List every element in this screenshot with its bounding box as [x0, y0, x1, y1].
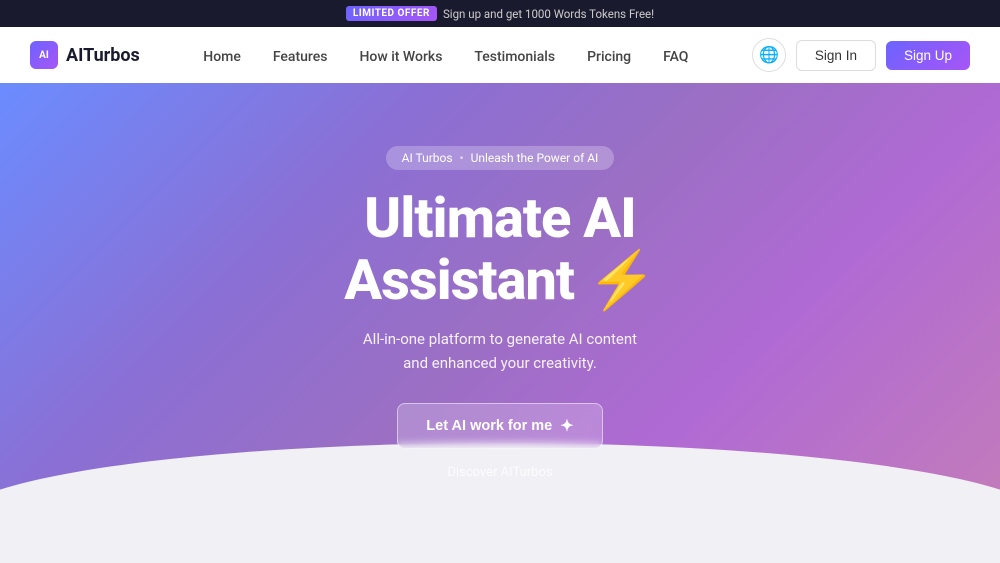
hero-badge: AI Turbos • Unleash the Power of AI: [386, 146, 615, 170]
nav-item-how-it-works[interactable]: How it Works: [359, 46, 442, 65]
hero-subtitle: All-in-one platform to generate AI conte…: [363, 327, 637, 375]
nav-item-faq[interactable]: FAQ: [663, 46, 688, 65]
hero-badge-brand: AI Turbos: [402, 151, 453, 165]
logo-text: AITurbos: [66, 45, 140, 66]
logo-icon: AI: [30, 41, 58, 69]
offer-text: Sign up and get 1000 Words Tokens Free!: [443, 7, 654, 21]
nav-item-pricing[interactable]: Pricing: [587, 46, 631, 65]
cta-button[interactable]: Let AI work for me ✦: [397, 403, 602, 449]
hero-title-line2: Assistant: [344, 247, 574, 313]
lightning-icon: ⚡: [587, 250, 656, 312]
offer-label: LIMITED OFFER: [346, 6, 437, 21]
cta-arrow-icon: ✦: [560, 416, 573, 436]
hero-subtitle-line2: and enhanced your creativity.: [403, 354, 597, 372]
hero-title-line1: Ultimate AI: [364, 185, 636, 251]
logo[interactable]: AI AITurbos: [30, 41, 140, 69]
navbar-actions: 🌐 Sign In Sign Up: [752, 38, 970, 72]
nav-item-testimonials[interactable]: Testimonials: [474, 46, 555, 65]
language-selector-button[interactable]: 🌐: [752, 38, 786, 72]
nav-item-features[interactable]: Features: [273, 46, 328, 65]
sign-in-button[interactable]: Sign In: [796, 40, 876, 71]
sign-up-button[interactable]: Sign Up: [886, 41, 970, 70]
discover-link[interactable]: Discover AITurbos: [447, 465, 552, 480]
navbar: AI AITurbos Home Features How it Works T…: [0, 27, 1000, 83]
hero-section: AI Turbos • Unleash the Power of AI Ulti…: [0, 83, 1000, 543]
announcement-bar: LIMITED OFFER Sign up and get 1000 Words…: [0, 0, 1000, 27]
nav-item-home[interactable]: Home: [203, 46, 241, 65]
hero-badge-tagline: Unleash the Power of AI: [471, 151, 599, 165]
hero-title: Ultimate AI Assistant ⚡: [344, 188, 655, 311]
nav-menu: Home Features How it Works Testimonials …: [203, 46, 688, 65]
hero-subtitle-line1: All-in-one platform to generate AI conte…: [363, 330, 637, 348]
cta-label: Let AI work for me: [426, 418, 552, 434]
hero-content: AI Turbos • Unleash the Power of AI Ulti…: [344, 146, 655, 480]
badge-separator: •: [460, 151, 464, 165]
